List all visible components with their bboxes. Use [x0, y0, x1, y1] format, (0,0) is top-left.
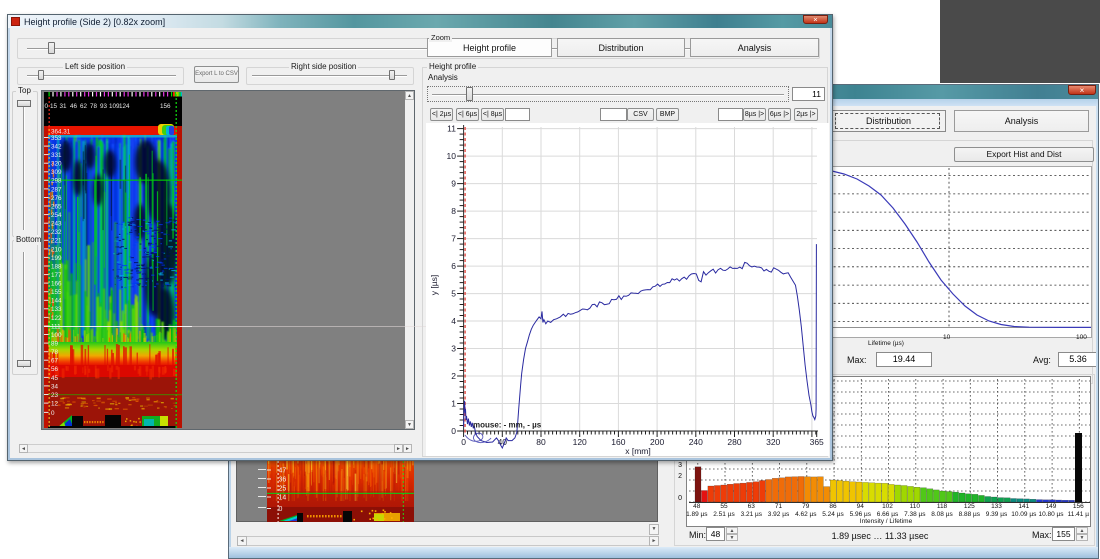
svg-text:23: 23 — [51, 392, 59, 399]
svg-text:188: 188 — [51, 263, 62, 270]
svg-text:67: 67 — [51, 358, 59, 365]
svg-text:31: 31 — [60, 103, 68, 110]
svg-text:309: 309 — [51, 169, 62, 176]
svg-text:287: 287 — [51, 186, 62, 193]
svg-text:8: 8 — [451, 206, 456, 216]
svg-text:320: 320 — [51, 161, 62, 168]
svg-text:276: 276 — [51, 195, 62, 202]
svg-text:353: 353 — [51, 135, 62, 142]
svg-text:x [mm]: x [mm] — [625, 446, 651, 456]
svg-text:200: 200 — [650, 437, 664, 447]
svg-text:221: 221 — [51, 238, 62, 245]
svg-text:15: 15 — [50, 103, 58, 110]
svg-text:177: 177 — [51, 272, 62, 279]
svg-text:0: 0 — [451, 426, 456, 436]
svg-text:155: 155 — [51, 289, 62, 296]
svg-text:243: 243 — [51, 221, 62, 228]
svg-text:0: 0 — [51, 410, 55, 417]
svg-text:47: 47 — [279, 468, 287, 475]
svg-text:3: 3 — [451, 344, 456, 354]
svg-text:4: 4 — [451, 316, 456, 326]
svg-text:166: 166 — [51, 281, 62, 288]
svg-text:2: 2 — [451, 371, 456, 381]
svg-text:254: 254 — [51, 212, 62, 219]
svg-text:25: 25 — [279, 486, 287, 493]
svg-text:298: 298 — [51, 178, 62, 185]
svg-text:93: 93 — [100, 103, 108, 110]
svg-text:156: 156 — [160, 103, 171, 110]
svg-text:62: 62 — [80, 103, 88, 110]
svg-text:280: 280 — [727, 437, 741, 447]
svg-text:199: 199 — [51, 255, 62, 262]
svg-text:6: 6 — [451, 261, 456, 271]
svg-text:160: 160 — [611, 437, 625, 447]
svg-text:265: 265 — [51, 203, 62, 210]
svg-text:0: 0 — [461, 437, 466, 447]
svg-text:78: 78 — [51, 349, 59, 356]
svg-text:5: 5 — [451, 289, 456, 299]
svg-text:0: 0 — [45, 103, 49, 110]
svg-text:210: 210 — [51, 246, 62, 253]
svg-text:y [µs]: y [µs] — [429, 275, 439, 295]
svg-text:365: 365 — [810, 437, 824, 447]
svg-text:9: 9 — [451, 179, 456, 189]
svg-text:14: 14 — [279, 495, 287, 502]
svg-text:45: 45 — [51, 375, 59, 382]
svg-text:1: 1 — [451, 399, 456, 409]
svg-text:mouse: - mm, - µs: mouse: - mm, - µs — [473, 421, 542, 430]
svg-text:56: 56 — [51, 366, 59, 373]
svg-text:133: 133 — [51, 306, 62, 313]
svg-text:89: 89 — [51, 341, 59, 348]
svg-text:0: 0 — [279, 506, 283, 513]
svg-text:80: 80 — [536, 437, 546, 447]
svg-text:122: 122 — [51, 315, 62, 322]
svg-text:46: 46 — [70, 103, 78, 110]
svg-text:320: 320 — [766, 437, 780, 447]
svg-text:100: 100 — [51, 332, 62, 339]
svg-text:34: 34 — [51, 383, 59, 390]
svg-text:12: 12 — [51, 401, 59, 408]
svg-text:144: 144 — [51, 298, 62, 305]
svg-text:36: 36 — [279, 477, 287, 484]
svg-text:78: 78 — [90, 103, 98, 110]
svg-text:10: 10 — [447, 151, 457, 161]
svg-text:240: 240 — [689, 437, 703, 447]
svg-text:331: 331 — [51, 152, 62, 159]
svg-text:232: 232 — [51, 229, 62, 236]
svg-text:342: 342 — [51, 144, 62, 151]
svg-text:120: 120 — [573, 437, 587, 447]
svg-text:7: 7 — [451, 234, 456, 244]
svg-text:11: 11 — [447, 124, 456, 134]
svg-text:124: 124 — [119, 103, 130, 110]
